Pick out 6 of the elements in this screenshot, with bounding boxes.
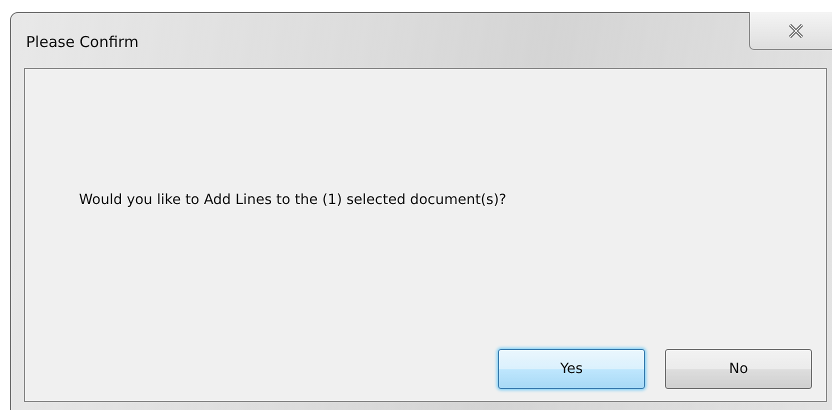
confirm-message: Would you like to Add Lines to the (1) selected document(s)? bbox=[79, 192, 506, 208]
window-title: Please Confirm bbox=[26, 33, 139, 51]
close-button[interactable] bbox=[749, 12, 832, 50]
no-button[interactable]: No bbox=[665, 349, 812, 389]
close-icon bbox=[788, 24, 804, 38]
yes-button[interactable]: Yes bbox=[498, 349, 645, 389]
